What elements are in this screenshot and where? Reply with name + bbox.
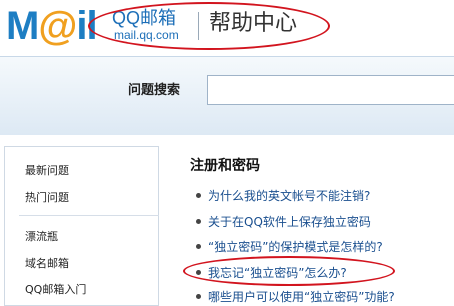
list-item[interactable]: 关于在QQ软件上保存独立密码 bbox=[196, 214, 371, 230]
list-item[interactable]: “独立密码”的保护模式是怎样的? bbox=[196, 239, 383, 255]
list-item[interactable]: 哪些用户可以使用“独立密码”功能? bbox=[196, 289, 395, 305]
logo-at-sign: @ bbox=[38, 4, 77, 48]
sidebar-item-getting-started[interactable]: QQ邮箱入门 bbox=[25, 283, 86, 297]
sidebar-item-drift-bottle[interactable]: 漂流瓶 bbox=[25, 230, 58, 244]
sidebar: 最新问题 热门问题 漂流瓶 域名邮箱 QQ邮箱入门 bbox=[4, 146, 159, 306]
bullet-icon bbox=[196, 244, 201, 249]
list-item[interactable]: 为什么我的英文帐号不能注销? bbox=[196, 188, 370, 204]
bullet-icon bbox=[196, 193, 201, 198]
search-input[interactable] bbox=[207, 75, 454, 105]
sidebar-item-popular[interactable]: 热门问题 bbox=[25, 191, 69, 205]
annotation-circle-question bbox=[183, 256, 395, 286]
search-bar: 问题搜索 bbox=[0, 56, 454, 135]
header: M@il QQ邮箱 mail.qq.com 帮助中心 bbox=[0, 0, 454, 56]
bullet-icon bbox=[196, 219, 201, 224]
logo-letter-m: M bbox=[6, 4, 39, 48]
question-link[interactable]: “独立密码”的保护模式是怎样的? bbox=[208, 240, 383, 254]
sidebar-item-domain-mail[interactable]: 域名邮箱 bbox=[25, 257, 69, 271]
search-label: 问题搜索 bbox=[128, 83, 181, 98]
question-link[interactable]: 关于在QQ软件上保存独立密码 bbox=[208, 215, 371, 229]
question-link[interactable]: 为什么我的英文帐号不能注销? bbox=[208, 189, 370, 203]
sidebar-divider bbox=[19, 215, 159, 216]
annotation-circle-header bbox=[88, 2, 330, 50]
question-link[interactable]: 哪些用户可以使用“独立密码”功能? bbox=[208, 290, 395, 304]
qqmail-logo[interactable]: M@il bbox=[6, 4, 98, 48]
sidebar-item-latest[interactable]: 最新问题 bbox=[25, 164, 69, 178]
section-title: 注册和密码 bbox=[190, 158, 260, 174]
bullet-icon bbox=[196, 294, 201, 299]
